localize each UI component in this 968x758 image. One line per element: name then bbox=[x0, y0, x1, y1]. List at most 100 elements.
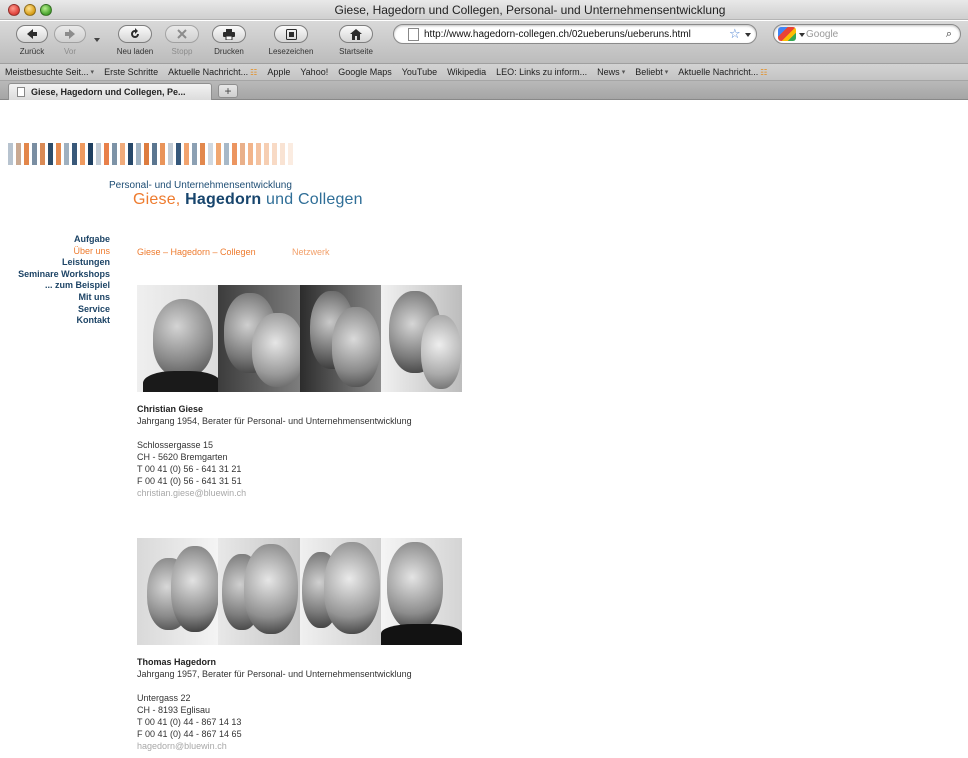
bookmarks-button[interactable] bbox=[274, 25, 308, 43]
stripe-bar bbox=[176, 143, 181, 165]
bookmark-label: Aktuelle Nachricht... bbox=[678, 67, 759, 77]
sub-navigation: Giese – Hagedorn – Collegen Netzwerk bbox=[137, 247, 330, 257]
back-arrow-icon bbox=[27, 29, 37, 39]
tab-active[interactable]: Giese, Hagedorn und Collegen, Pe... bbox=[8, 83, 212, 100]
brand-rest: und Collegen bbox=[266, 191, 363, 208]
reload-label: Neu laden bbox=[116, 47, 154, 56]
bookmark-item[interactable]: YouTube bbox=[397, 67, 442, 77]
new-tab-button[interactable]: + bbox=[218, 84, 238, 98]
bookmark-item[interactable]: Yahoo! bbox=[295, 67, 333, 77]
sidenav-item[interactable]: Aufgabe bbox=[0, 234, 110, 246]
header-stripe-graphic bbox=[8, 143, 296, 165]
stripe-bar bbox=[240, 143, 245, 165]
stripe-bar bbox=[152, 143, 157, 165]
person-street: Schlossergasse 15 bbox=[137, 440, 214, 450]
sidenav-item[interactable]: Mit uns bbox=[0, 292, 111, 304]
history-dropdown-icon[interactable] bbox=[94, 38, 100, 42]
stripe-bar bbox=[232, 143, 237, 165]
bookmark-item[interactable]: Aktuelle Nachricht... ☷ bbox=[673, 67, 772, 77]
back-button[interactable] bbox=[16, 25, 48, 43]
window-close-button[interactable] bbox=[8, 4, 20, 16]
search-engine-dropdown-icon[interactable] bbox=[799, 33, 805, 37]
giese-photo-strip bbox=[137, 285, 462, 392]
stripe-bar bbox=[40, 143, 45, 165]
person-fax: F 00 41 (0) 44 - 867 14 65 bbox=[137, 729, 242, 739]
stripe-bar bbox=[120, 143, 125, 165]
stop-x-icon bbox=[177, 29, 187, 39]
bookmark-item[interactable]: LEO: Links zu inform... bbox=[491, 67, 592, 77]
home-button[interactable] bbox=[339, 25, 373, 43]
stripe-bar bbox=[288, 143, 293, 165]
window-zoom-button[interactable] bbox=[40, 4, 52, 16]
browser-toolbar: Zurück Vor Neu laden Stopp Drucken Lesez… bbox=[0, 21, 968, 64]
person-street: Untergass 22 bbox=[137, 693, 191, 703]
person-email-link[interactable]: christian.giese@bluewin.ch bbox=[137, 487, 412, 499]
sidenav-item[interactable]: Leistungen bbox=[0, 257, 110, 269]
site-subtitle: Personal- und Unternehmensentwicklung bbox=[109, 180, 292, 191]
stripe-bar bbox=[32, 143, 37, 165]
google-engine-icon[interactable] bbox=[778, 27, 796, 41]
stripe-bar bbox=[144, 143, 149, 165]
bookmark-label: Apple bbox=[267, 67, 291, 77]
stripe-bar bbox=[24, 143, 29, 165]
bookmark-label: YouTube bbox=[401, 67, 438, 77]
bookmark-label: News bbox=[597, 67, 620, 77]
site-brand[interactable]: Giese, Hagedorn und Collegen bbox=[133, 191, 363, 209]
sidenav-item[interactable]: Kontakt bbox=[0, 315, 111, 327]
search-bar[interactable]: ⌕ bbox=[773, 24, 961, 44]
tab-favicon-icon bbox=[17, 87, 25, 97]
stripe-bar bbox=[80, 143, 85, 165]
bookmark-item[interactable]: Beliebt ▾ bbox=[630, 67, 673, 77]
window-minimize-button[interactable] bbox=[24, 4, 36, 16]
stop-button[interactable] bbox=[165, 25, 199, 43]
person-card-giese: Christian Giese Jahrgang 1954, Berater f… bbox=[137, 403, 412, 499]
folder-chevron-icon: ▾ bbox=[90, 69, 95, 76]
stripe-bar bbox=[160, 143, 165, 165]
reload-button[interactable] bbox=[118, 25, 152, 43]
address-bar[interactable]: http://www.hagedorn-collegen.ch/02ueberu… bbox=[393, 24, 757, 44]
page-favicon-icon bbox=[408, 28, 419, 41]
stripe-bar bbox=[56, 143, 61, 165]
bookmark-item[interactable]: News ▾ bbox=[592, 67, 630, 77]
bookmark-label: Wikipedia bbox=[447, 67, 487, 77]
sidenav-item[interactable]: Service bbox=[0, 304, 110, 316]
stripe-bar bbox=[248, 143, 253, 165]
bookmark-label: Google Maps bbox=[338, 67, 392, 77]
brand-hagedorn: Hagedorn bbox=[185, 191, 262, 208]
stripe-bar bbox=[280, 143, 285, 165]
window-titlebar: Giese, Hagedorn und Collegen, Personal- … bbox=[0, 0, 968, 20]
sidenav-item[interactable]: Über uns bbox=[0, 246, 110, 258]
sidenav-item[interactable]: Seminare Workshops bbox=[0, 269, 110, 281]
bookmark-item[interactable]: Meistbesuchte Seit... ▾ bbox=[0, 67, 99, 77]
person-name: Thomas Hagedorn bbox=[137, 657, 217, 667]
sidenav-item[interactable]: ... zum Beispiel bbox=[0, 280, 110, 292]
hagedorn-photo-3 bbox=[299, 538, 381, 645]
bookmark-star-icon[interactable]: ☆ bbox=[729, 26, 741, 42]
bookmark-item[interactable]: Erste Schritte bbox=[99, 67, 163, 77]
person-role: Jahrgang 1954, Berater für Personal- und… bbox=[137, 416, 412, 426]
printer-icon bbox=[223, 28, 235, 40]
person-email-link[interactable]: hagedorn@bluewin.ch bbox=[137, 740, 412, 752]
forward-button[interactable] bbox=[54, 25, 86, 43]
url-dropdown-icon[interactable] bbox=[745, 33, 751, 37]
rss-feed-icon: ☷ bbox=[250, 67, 258, 77]
stripe-bar bbox=[168, 143, 173, 165]
bookmark-item[interactable]: Google Maps bbox=[333, 67, 397, 77]
bookmark-item[interactable]: Apple bbox=[262, 67, 295, 77]
address-url[interactable]: http://www.hagedorn-collegen.ch/02ueberu… bbox=[424, 29, 691, 40]
subnav-netzwerk[interactable]: Netzwerk bbox=[292, 247, 330, 257]
person-name: Christian Giese bbox=[137, 404, 204, 414]
giese-photo-1 bbox=[137, 285, 219, 392]
print-button[interactable] bbox=[212, 25, 246, 43]
search-input[interactable] bbox=[806, 27, 936, 42]
subnav-giese-hagedorn-collegen[interactable]: Giese – Hagedorn – Collegen bbox=[137, 247, 256, 257]
bookmark-item[interactable]: Wikipedia bbox=[442, 67, 491, 77]
bookmarks-bar: Meistbesuchte Seit... ▾ Erste Schritte Aktu… bbox=[0, 64, 968, 81]
hagedorn-photo-strip bbox=[137, 538, 462, 645]
stripe-bar bbox=[96, 143, 101, 165]
web-page: Personal- und Unternehmensentwicklung Gi… bbox=[0, 101, 968, 758]
search-icon[interactable]: ⌕ bbox=[946, 28, 952, 41]
stripe-bar bbox=[264, 143, 269, 165]
bookmark-item[interactable]: Aktuelle Nachricht... ☷ bbox=[163, 67, 262, 77]
hagedorn-photo-2 bbox=[218, 538, 300, 645]
